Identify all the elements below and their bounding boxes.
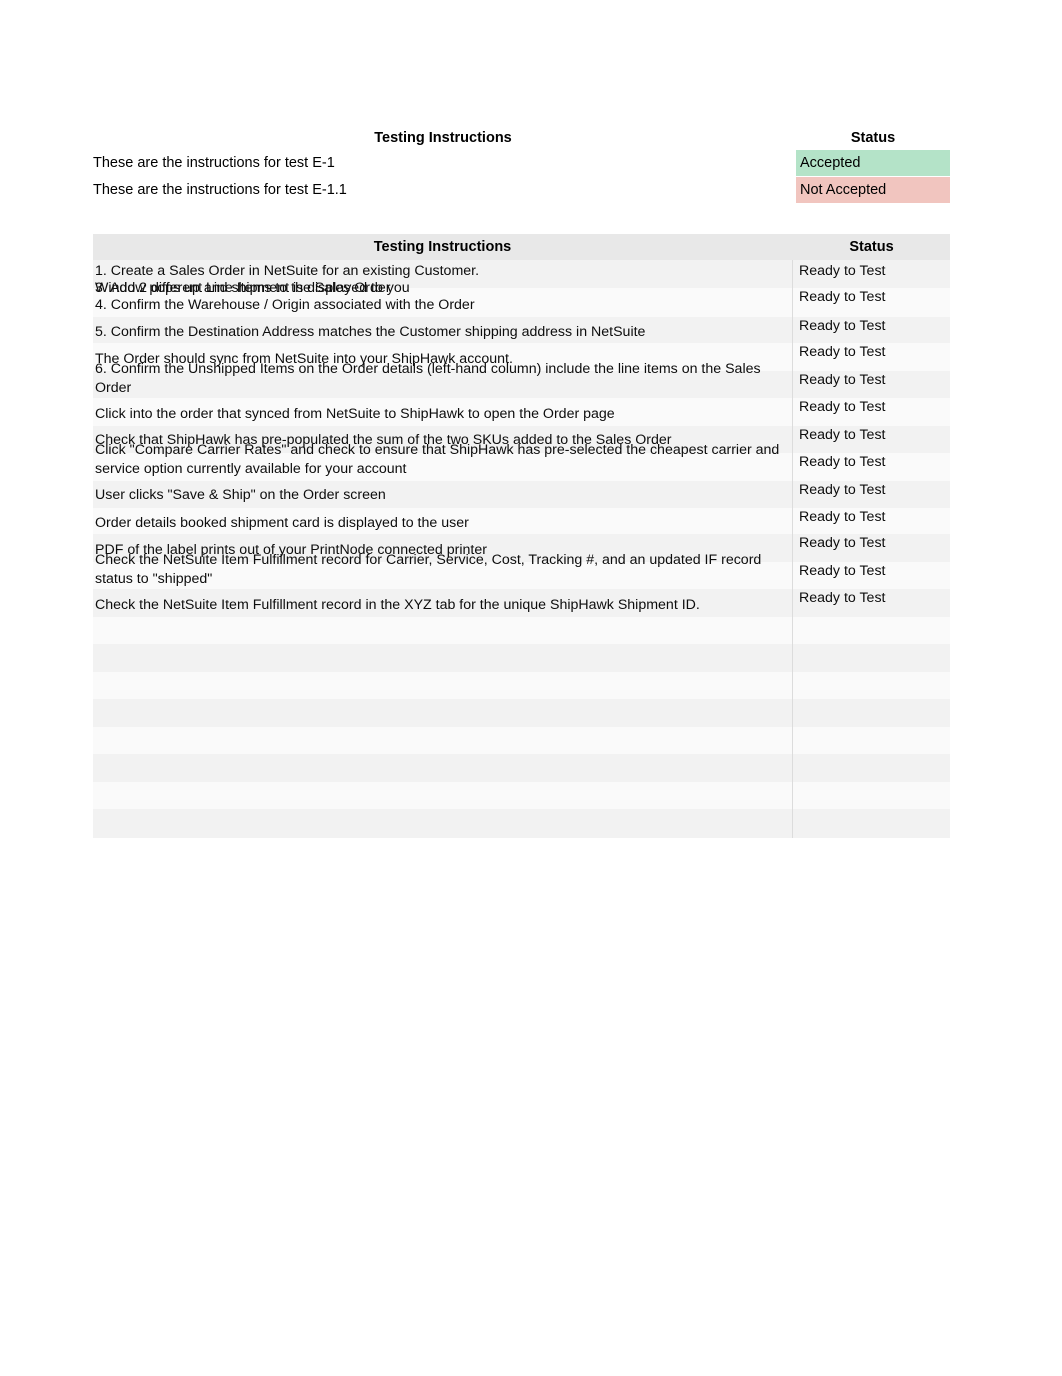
table-row	[93, 727, 950, 754]
top-table-instruction-cell: These are the instructions for test E-1.…	[93, 182, 347, 198]
status-cell[interactable]: Ready to Test	[799, 453, 949, 472]
status-cell[interactable]: Ready to Test	[799, 343, 949, 362]
table-row: These are the instructions for test E-1.…	[93, 177, 950, 204]
table-row: These are the instructions for test E-1 …	[93, 150, 950, 177]
instruction-cell: Click into the order that synced from Ne…	[95, 406, 615, 422]
status-cell[interactable]: Ready to Test	[799, 317, 949, 336]
main-table-header-instructions: Testing Instructions	[373, 239, 512, 255]
table-row	[93, 809, 950, 838]
status-cell[interactable]: Ready to Test	[799, 398, 949, 417]
status-cell[interactable]: Ready to Test	[799, 288, 949, 307]
instruction-cell: 5. Confirm the Destination Address match…	[95, 324, 646, 340]
status-badge[interactable]: Not Accepted	[796, 177, 950, 203]
instruction-cell: Window pops up and shipment is displayed…	[95, 280, 410, 296]
top-table-header-instructions: Testing Instructions	[374, 130, 512, 146]
instruction-cell: 4. Confirm the Warehouse / Origin associ…	[95, 297, 475, 313]
main-table-header-row: Testing Instructions Status	[93, 234, 950, 260]
status-cell[interactable]: Ready to Test	[799, 589, 949, 608]
top-table-header-status: Status	[850, 130, 896, 146]
top-table-instruction-cell: These are the instructions for test E-1	[93, 155, 335, 171]
instruction-cell: Check the NetSuite Item Fulfillment reco…	[95, 552, 762, 587]
status-cell[interactable]: Ready to Test	[799, 426, 949, 445]
table-row	[93, 617, 950, 644]
status-cell[interactable]: Ready to Test	[799, 534, 949, 553]
table-row	[93, 672, 950, 699]
status-cell[interactable]: Ready to Test	[799, 371, 949, 390]
table-row	[93, 782, 950, 809]
status-cell[interactable]: Ready to Test	[799, 481, 949, 500]
instruction-cell: User clicks "Save & Ship" on the Order s…	[95, 487, 386, 503]
status-cell[interactable]: Ready to Test	[799, 262, 949, 281]
table-row	[93, 699, 950, 727]
status-badge[interactable]: Accepted	[796, 150, 950, 176]
table-row	[93, 644, 950, 672]
status-cell[interactable]: Ready to Test	[799, 508, 949, 527]
instruction-cell: Click "Compare Carrier Rates" and check …	[95, 442, 780, 477]
table-row	[93, 754, 950, 782]
instruction-cell: 1. Create a Sales Order in NetSuite for …	[95, 263, 480, 279]
top-table-header-row: Testing Instructions Status	[93, 128, 950, 150]
instruction-cell: Order details booked shipment card is di…	[95, 515, 469, 531]
column-divider	[792, 234, 793, 838]
instruction-cell: 6. Confirm the Unshipped Items on the Or…	[95, 361, 761, 396]
status-cell[interactable]: Ready to Test	[799, 562, 949, 581]
testing-instructions-table: Testing Instructions Status 1. Create a …	[93, 234, 950, 838]
main-table-header-status: Status	[849, 239, 894, 255]
top-results-table: Testing Instructions Status These are th…	[93, 128, 950, 204]
instruction-cell: Check the NetSuite Item Fulfillment reco…	[95, 597, 700, 613]
